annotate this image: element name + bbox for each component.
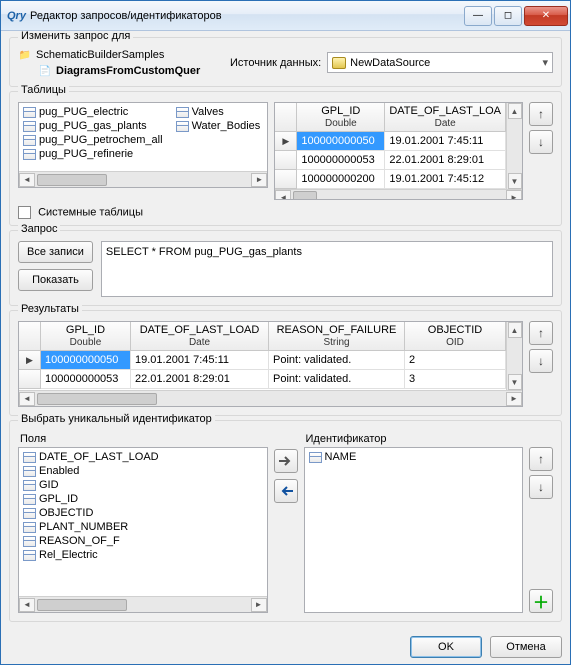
tree-root-label: SchematicBuilderSamples bbox=[36, 49, 164, 61]
list-item[interactable]: REASON_OF_F bbox=[21, 534, 265, 548]
field-icon bbox=[23, 550, 36, 561]
chevron-down-icon: ▾ bbox=[542, 56, 548, 69]
scrollbar-horizontal[interactable]: ◄► bbox=[19, 390, 522, 406]
query-legend: Запрос bbox=[18, 223, 60, 235]
field-icon bbox=[23, 452, 36, 463]
results-group: Результаты GPL_IDDouble DATE_OF_LAST_LOA… bbox=[9, 310, 562, 416]
system-tables-checkbox[interactable] bbox=[18, 206, 31, 219]
tables-legend: Таблицы bbox=[18, 84, 69, 96]
table-icon bbox=[176, 107, 189, 118]
window-controls: — ◻ ✕ bbox=[464, 6, 568, 26]
tree-child-label: DiagramsFromCustomQuer bbox=[56, 65, 200, 77]
results-legend: Результаты bbox=[18, 303, 82, 315]
move-down-button[interactable]: ↓ bbox=[529, 475, 553, 499]
tables-preview-grid[interactable]: GPL_IDDouble DATE_OF_LAST_LOADate ▶ 1000… bbox=[274, 102, 523, 200]
system-tables-label: Системные таблицы bbox=[38, 206, 143, 218]
list-item[interactable]: pug_PUG_electric bbox=[21, 105, 168, 119]
list-item[interactable]: Enabled bbox=[21, 464, 265, 478]
field-icon bbox=[23, 494, 36, 505]
fields-label: Поля bbox=[20, 433, 268, 445]
tree-child[interactable]: 📄 DiagramsFromCustomQuer bbox=[18, 64, 218, 78]
scrollbar-horizontal[interactable]: ◄► bbox=[19, 171, 267, 187]
list-item[interactable]: GID bbox=[21, 478, 265, 492]
field-icon bbox=[23, 466, 36, 477]
tree-root[interactable]: 📁 SchematicBuilderSamples bbox=[18, 48, 218, 62]
move-down-button[interactable]: ↓ bbox=[529, 349, 553, 373]
datasource-label: Источник данных: bbox=[230, 57, 321, 69]
all-records-button[interactable]: Все записи bbox=[18, 241, 93, 263]
list-item[interactable]: OBJECTID bbox=[21, 506, 265, 520]
add-button[interactable]: ＋ bbox=[529, 589, 553, 613]
field-icon bbox=[23, 480, 36, 491]
scrollbar-vertical[interactable]: ▲▼ bbox=[506, 322, 522, 390]
titlebar: Qry Редактор запросов/идентификаторов — … bbox=[1, 1, 570, 31]
content-area: Изменить запрос для 📁 SchematicBuilderSa… bbox=[1, 31, 570, 630]
dialog-window: Qry Редактор запросов/идентификаторов — … bbox=[0, 0, 571, 665]
change-for-group: Изменить запрос для 📁 SchematicBuilderSa… bbox=[9, 37, 562, 87]
field-icon bbox=[309, 452, 322, 463]
minimize-button[interactable]: — bbox=[464, 6, 492, 26]
list-item[interactable]: NAME bbox=[307, 450, 521, 464]
close-button[interactable]: ✕ bbox=[524, 6, 568, 26]
list-item[interactable]: Valves bbox=[174, 105, 266, 119]
row-indicator-icon: ▶ bbox=[275, 132, 297, 151]
table-icon bbox=[23, 135, 36, 146]
show-button[interactable]: Показать bbox=[18, 269, 93, 291]
table-row[interactable]: 100000000200 19.01.2001 7:45:12 bbox=[275, 170, 506, 189]
diagram-icon: 📄 bbox=[38, 64, 52, 78]
list-item[interactable]: Water_Bodies bbox=[174, 119, 266, 133]
table-icon bbox=[23, 121, 36, 132]
tables-group: Таблицы pug_PUG_electric pug_PUG_gas_pla… bbox=[9, 91, 562, 226]
field-icon bbox=[23, 522, 36, 533]
cancel-button[interactable]: Отмена bbox=[490, 636, 562, 658]
field-icon bbox=[23, 508, 36, 519]
fields-list[interactable]: DATE_OF_LAST_LOAD Enabled GID GPL_ID OBJ… bbox=[18, 447, 268, 613]
identifier-group: Выбрать уникальный идентификатор Поля DA… bbox=[9, 420, 562, 622]
table-icon bbox=[23, 149, 36, 160]
ok-button[interactable]: OK bbox=[410, 636, 482, 658]
tables-list[interactable]: pug_PUG_electric pug_PUG_gas_plants pug_… bbox=[18, 102, 268, 188]
scrollbar-horizontal[interactable]: ◄► bbox=[275, 189, 522, 200]
table-row[interactable]: ▶ 100000000050 19.01.2001 7:45:11 Point:… bbox=[19, 351, 506, 370]
folder-icon: 📁 bbox=[18, 48, 32, 62]
identifier-label: Идентификатор bbox=[306, 433, 554, 445]
list-item[interactable]: pug_PUG_refinerie bbox=[21, 147, 168, 161]
table-row[interactable]: ▶ 100000000050 19.01.2001 7:45:11 bbox=[275, 132, 506, 151]
move-down-button[interactable]: ↓ bbox=[529, 130, 553, 154]
table-icon bbox=[23, 107, 36, 118]
list-item[interactable]: pug_PUG_petrochem_all bbox=[21, 133, 168, 147]
move-up-button[interactable]: ↑ bbox=[529, 321, 553, 345]
list-item[interactable]: DATE_OF_LAST_LOAD bbox=[21, 450, 265, 464]
list-item[interactable]: pug_PUG_gas_plants bbox=[21, 119, 168, 133]
list-item[interactable]: PLANT_NUMBER bbox=[21, 520, 265, 534]
scrollbar-horizontal[interactable]: ◄► bbox=[19, 596, 267, 612]
move-up-button[interactable]: ↑ bbox=[529, 102, 553, 126]
row-indicator-icon: ▶ bbox=[19, 351, 41, 370]
list-item[interactable]: GPL_ID bbox=[21, 492, 265, 506]
query-group: Запрос Все записи Показать SELECT * FROM… bbox=[9, 230, 562, 306]
table-row[interactable]: 100000000053 22.01.2001 8:29:01 Point: v… bbox=[19, 370, 506, 389]
field-icon bbox=[23, 536, 36, 547]
identifier-list[interactable]: NAME bbox=[304, 447, 524, 613]
datasource-combo[interactable]: NewDataSource ▾ bbox=[327, 52, 553, 73]
list-item[interactable]: Rel_Electric bbox=[21, 548, 265, 562]
scrollbar-vertical[interactable]: ▲▼ bbox=[506, 103, 522, 189]
add-field-button[interactable] bbox=[274, 449, 298, 473]
app-icon: Qry bbox=[7, 10, 26, 22]
maximize-button[interactable]: ◻ bbox=[494, 6, 522, 26]
sql-textarea[interactable]: SELECT * FROM pug_PUG_gas_plants bbox=[101, 241, 553, 297]
dialog-footer: OK Отмена bbox=[1, 630, 570, 664]
results-grid[interactable]: GPL_IDDouble DATE_OF_LAST_LOADDate REASO… bbox=[18, 321, 523, 407]
table-row[interactable]: 100000000053 22.01.2001 8:29:01 bbox=[275, 151, 506, 170]
table-icon bbox=[176, 121, 189, 132]
identifier-legend: Выбрать уникальный идентификатор bbox=[18, 413, 215, 425]
datasource-value: NewDataSource bbox=[350, 57, 430, 69]
database-icon bbox=[332, 57, 346, 69]
window-title: Редактор запросов/идентификаторов bbox=[30, 10, 464, 22]
remove-field-button[interactable] bbox=[274, 479, 298, 503]
move-up-button[interactable]: ↑ bbox=[529, 447, 553, 471]
change-for-legend: Изменить запрос для bbox=[18, 31, 133, 42]
